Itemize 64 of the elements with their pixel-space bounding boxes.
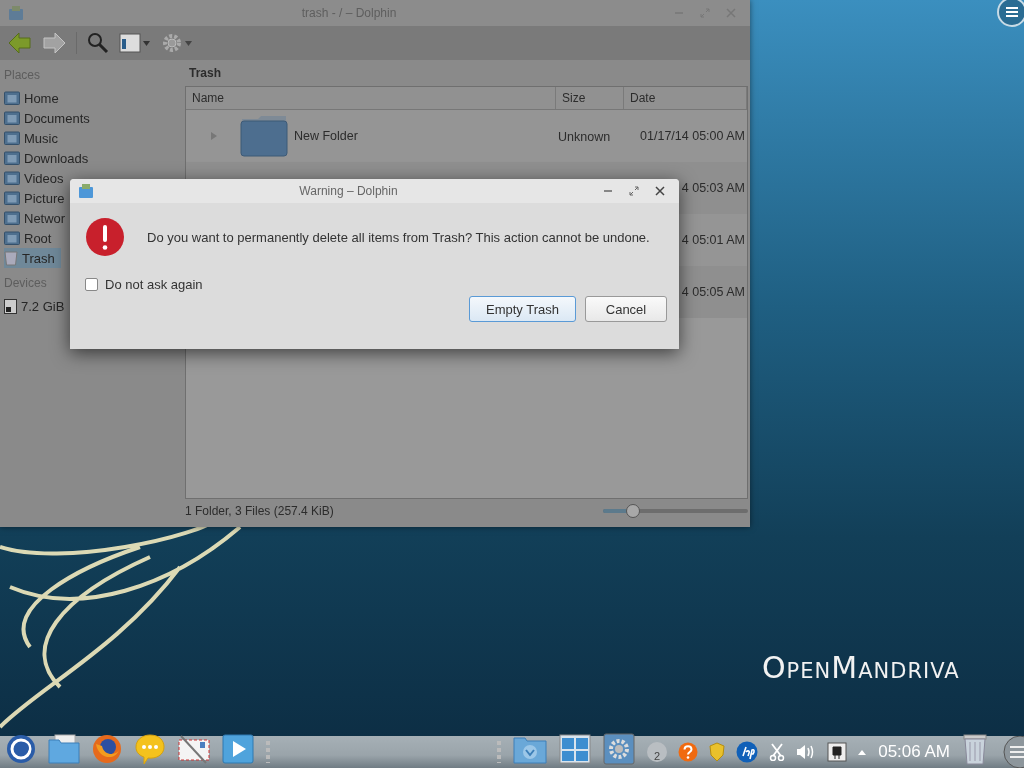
location-label: Trash bbox=[189, 66, 222, 80]
places-item[interactable]: Videos bbox=[4, 168, 70, 188]
menu-icon[interactable] bbox=[1000, 736, 1024, 768]
clock[interactable]: 05:06 AM bbox=[878, 742, 950, 762]
file-date: 4 05:03 AM bbox=[681, 181, 745, 195]
dialog-button[interactable]: Cancel bbox=[585, 296, 667, 322]
error-icon bbox=[85, 217, 125, 257]
file-size: Unknown bbox=[558, 129, 611, 144]
trash-bin-icon bbox=[4, 250, 18, 266]
search-icon[interactable] bbox=[87, 32, 109, 54]
window-grid-icon[interactable] bbox=[559, 734, 592, 764]
places-item[interactable]: Downloads bbox=[4, 148, 95, 168]
warning-message: Do you want to permanently delete all items from Trash? This action cannot be undone. bbox=[147, 229, 650, 245]
file-date: 4 05:01 AM bbox=[681, 233, 745, 247]
folder-icon bbox=[4, 111, 20, 125]
folder-icon bbox=[4, 231, 20, 245]
drive-icon bbox=[4, 298, 17, 314]
settings-icon[interactable] bbox=[161, 32, 193, 54]
help-icon[interactable] bbox=[678, 742, 699, 762]
trash-bin-icon[interactable] bbox=[962, 733, 988, 765]
browser-icon[interactable] bbox=[92, 734, 122, 764]
file-date: 4 05:05 AM bbox=[681, 285, 745, 299]
maximize-icon[interactable] bbox=[629, 186, 639, 196]
media-player-icon[interactable] bbox=[222, 734, 254, 764]
scissors-icon[interactable] bbox=[769, 743, 786, 761]
app-launcher-icon[interactable] bbox=[6, 734, 36, 764]
status-text: 1 Folder, 3 Files (257.4 KiB) bbox=[185, 504, 334, 518]
distro-logo: OpenMandriva bbox=[762, 650, 960, 685]
folder-icon bbox=[240, 115, 288, 157]
places-item[interactable]: Picture bbox=[4, 188, 71, 208]
column-header[interactable]: Name bbox=[186, 87, 556, 109]
places-item[interactable]: Music bbox=[4, 128, 64, 148]
system-settings-icon[interactable] bbox=[603, 733, 636, 765]
folder-icon bbox=[4, 91, 20, 105]
folder-icon bbox=[4, 171, 20, 185]
places-item[interactable]: Trash bbox=[4, 248, 61, 268]
places-item[interactable]: Home bbox=[4, 88, 65, 108]
places-item[interactable]: Networ bbox=[4, 208, 72, 228]
dialog-title: Warning – Dolphin bbox=[298, 184, 399, 198]
do-not-ask-checkbox[interactable]: Do not ask again bbox=[85, 277, 203, 292]
places-item[interactable]: Root bbox=[4, 228, 58, 248]
view-mode-icon[interactable] bbox=[119, 33, 151, 53]
menu-icon[interactable] bbox=[994, 0, 1024, 30]
mail-icon[interactable] bbox=[178, 734, 210, 764]
dialog-button[interactable]: Empty Trash bbox=[469, 296, 576, 322]
chat-bubble-icon[interactable] bbox=[134, 733, 166, 765]
updates-badge[interactable]: 2 bbox=[647, 742, 668, 762]
folder-icon bbox=[4, 151, 20, 165]
device-item[interactable]: 7.2 GiB bbox=[4, 296, 71, 316]
close-icon[interactable] bbox=[655, 186, 665, 196]
folder-icon bbox=[4, 131, 20, 145]
folder-icon bbox=[4, 211, 20, 225]
folder-icon bbox=[8, 5, 24, 21]
column-header[interactable]: Date bbox=[624, 87, 747, 109]
zoom-slider[interactable] bbox=[603, 504, 748, 518]
download-folder-icon[interactable] bbox=[513, 734, 548, 764]
network-plug-icon[interactable] bbox=[827, 742, 848, 762]
file-manager-icon[interactable] bbox=[48, 734, 80, 764]
places-item[interactable]: Documents bbox=[4, 108, 96, 128]
folder-icon bbox=[4, 191, 20, 205]
file-date: 01/17/14 05:00 AM bbox=[640, 129, 745, 143]
file-name: New Folder bbox=[294, 129, 358, 143]
folder-icon bbox=[78, 183, 94, 199]
column-header[interactable]: Size bbox=[556, 87, 624, 109]
